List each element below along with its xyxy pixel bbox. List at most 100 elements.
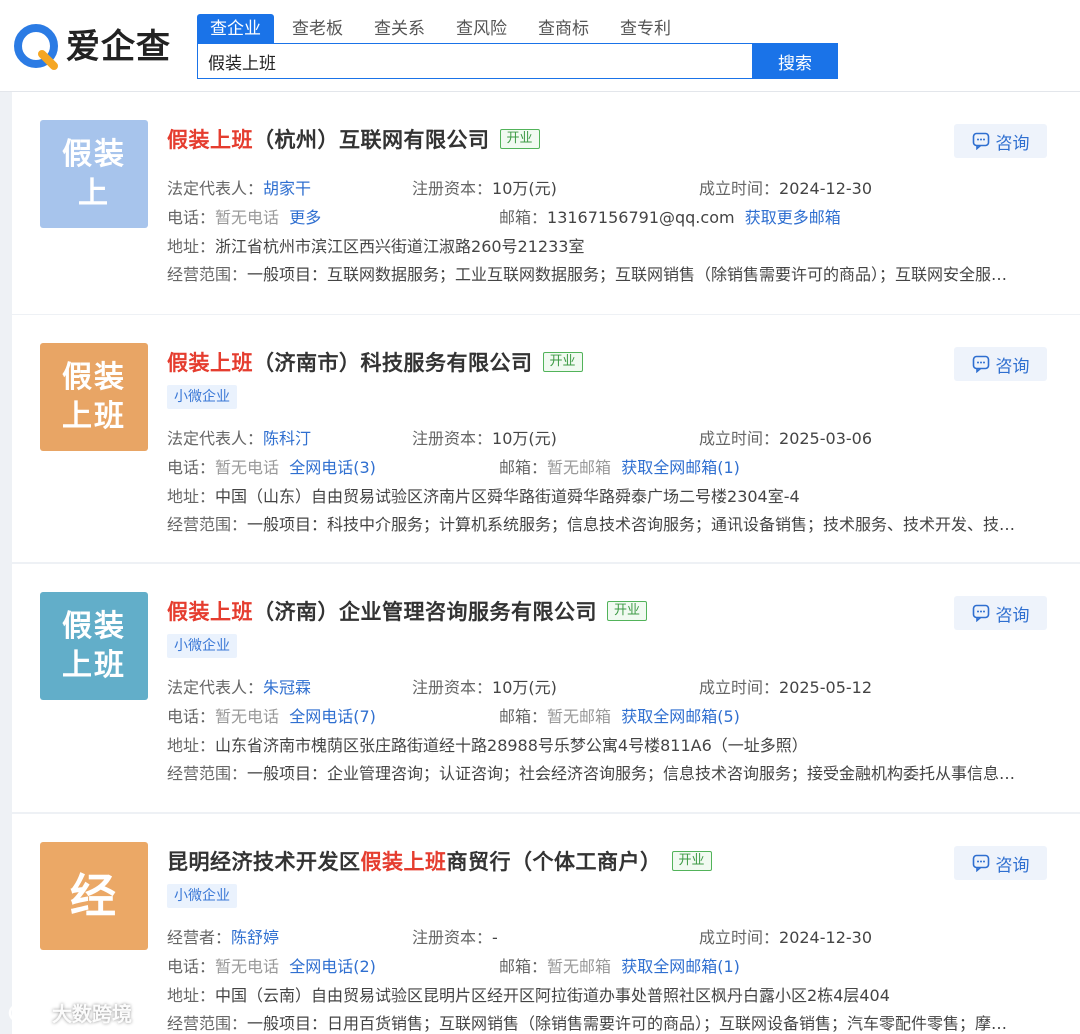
watermark-text: 大数跨境 [52,1002,132,1026]
tab-relation[interactable]: 查关系 [361,14,438,44]
founded-value: 2024-12-30 [779,928,872,947]
label: 邮箱： [499,707,548,726]
email-value: 暂无邮箱 [547,957,612,976]
phone-value: 暂无电话 [215,707,280,726]
email-link[interactable]: 获取全网邮箱(5) [621,707,740,726]
label: 地址： [167,237,216,256]
tab-boss[interactable]: 查老板 [279,14,356,44]
phone: 电话：暂无电话 全网电话(3) [167,454,376,478]
company-avatar: 经 [40,842,148,950]
person-link[interactable]: 陈舒婷 [231,928,279,947]
title-rest: （济南）企业管理咨询服务有限公司 [253,600,597,624]
title-rest: （杭州）互联网有限公司 [253,128,490,152]
label: 成立时间： [699,429,780,448]
phone-link[interactable]: 全网电话(7) [289,707,376,726]
phone-value: 暂无电话 [215,208,280,227]
email-value: 13167156791@qq.com [547,208,735,227]
label: 注册资本： [412,678,493,697]
result-card[interactable]: 假装 上 假装上班（杭州）互联网有限公司 开业 咨询 法定代表人：胡家干 注册资… [12,92,1080,314]
email-value: 暂无邮箱 [547,707,612,726]
email-link[interactable]: 获取全网邮箱(1) [621,957,740,976]
search-input[interactable] [197,43,752,79]
email-value: 暂无邮箱 [547,458,612,477]
phone: 电话：暂无电话 全网电话(2) [167,953,376,977]
header: 爱企查 查企业 查老板 查关系 查风险 查商标 查专利 搜索 [0,0,1080,92]
company-tag: 小微企业 [167,884,237,908]
legal-rep: 法定代表人：胡家干 [167,175,311,199]
label: 经营范围： [167,764,248,783]
logo[interactable]: 爱企查 [12,22,171,72]
consult-label: 咨询 [995,133,1030,154]
tab-company[interactable]: 查企业 [197,14,274,44]
tab-patent[interactable]: 查专利 [607,14,684,44]
capital-value: 10万(元) [492,678,557,697]
founded-value: 2024-12-30 [779,179,872,198]
chat-icon [972,604,989,622]
consult-button[interactable]: 咨询 [954,846,1047,880]
business-scope: 经营范围：一般项目：互联网数据服务；工业互联网数据服务；互联网销售（除销售需要许… [167,261,1057,285]
company-title[interactable]: 昆明经济技术开发区假装上班商贸行（个体工商户） [167,846,662,876]
search-button[interactable]: 搜索 [752,43,838,79]
company-avatar: 假装 上班 [40,592,148,700]
email: 邮箱：暂无邮箱 获取全网邮箱(1) [499,454,740,478]
title-highlight: 假装上班 [360,850,447,874]
status-badge: 开业 [542,352,583,372]
business-scope: 经营范围：一般项目：科技中介服务；计算机系统服务；信息技术咨询服务；通讯设备销售… [167,511,1057,535]
label: 注册资本： [412,429,493,448]
consult-button[interactable]: 咨询 [954,124,1047,158]
email-link[interactable]: 获取全网邮箱(1) [621,458,740,477]
phone-link[interactable]: 更多 [289,208,321,227]
address-value: 中国（云南）自由贸易试验区昆明片区经开区阿拉街道办事处普照社区枫丹白露小区2栋4… [215,986,890,1005]
founded: 成立时间：2024-12-30 [699,924,872,948]
avatar-line: 上班 [62,648,126,683]
person-link[interactable]: 陈科汀 [263,429,311,448]
capital-value: 10万(元) [492,429,557,448]
tab-risk[interactable]: 查风险 [443,14,520,44]
chat-icon [972,132,989,150]
address-value: 浙江省杭州市滨江区西兴街道江淑路260号21233室 [215,237,585,256]
email: 邮箱：暂无邮箱 获取全网邮箱(5) [499,703,740,727]
company-title[interactable]: 假装上班（济南）企业管理咨询服务有限公司 [167,596,597,626]
label: 邮箱： [499,458,548,477]
status-badge: 开业 [499,129,540,149]
result-card[interactable]: 经 昆明经济技术开发区假装上班商贸行（个体工商户） 开业 小微企业 咨询 经营者… [12,814,1080,1034]
person-link[interactable]: 胡家干 [263,179,311,198]
search-bar: 搜索 [197,43,838,79]
consult-label: 咨询 [995,855,1030,876]
company-tag: 小微企业 [167,634,237,658]
consult-label: 咨询 [995,605,1030,626]
label: 注册资本： [412,928,493,947]
label: 法定代表人： [167,429,264,448]
phone-link[interactable]: 全网电话(2) [289,957,376,976]
label: 经营范围： [167,515,248,534]
company-title[interactable]: 假装上班（济南市）科技服务有限公司 [167,347,533,377]
email-link[interactable]: 获取更多邮箱 [745,208,841,227]
company-title[interactable]: 假装上班（杭州）互联网有限公司 [167,124,490,154]
chat-icon [972,355,989,373]
consult-button[interactable]: 咨询 [954,596,1047,630]
label: 经营范围： [167,265,248,284]
label: 注册资本： [412,179,493,198]
tab-trademark[interactable]: 查商标 [525,14,602,44]
label: 成立时间： [699,678,780,697]
result-card[interactable]: 假装 上班 假装上班（济南）企业管理咨询服务有限公司 开业 小微企业 咨询 法定… [12,564,1080,812]
operator: 经营者：陈舒婷 [167,924,279,948]
avatar-line: 假装 [62,137,126,172]
label: 电话： [167,957,216,976]
label: 电话： [167,707,216,726]
person-link[interactable]: 朱冠霖 [263,678,311,697]
result-card[interactable]: 假装 上班 假装上班（济南市）科技服务有限公司 开业 小微企业 咨询 法定代表人… [12,315,1080,562]
phone-link[interactable]: 全网电话(3) [289,458,376,477]
avatar-line: 假装 [62,360,126,395]
title-rest: 商贸行（个体工商户） [446,850,662,874]
watermark: 大数跨境 [8,998,132,1027]
consult-button[interactable]: 咨询 [954,347,1047,381]
scope-value: 一般项目：互联网数据服务；工业互联网数据服务；互联网销售（除销售需要许可的商品）… [247,265,1008,284]
label: 地址： [167,986,216,1005]
company-avatar: 假装 上 [40,120,148,228]
company-title-row: 假装上班（杭州）互联网有限公司 开业 [167,124,540,154]
label: 电话： [167,458,216,477]
chat-icon [972,854,989,872]
founded: 成立时间：2025-03-06 [699,425,872,449]
address: 地址：中国（山东）自由贸易试验区济南片区舜华路街道舜华路舜泰广场二号楼2304室… [167,483,800,507]
